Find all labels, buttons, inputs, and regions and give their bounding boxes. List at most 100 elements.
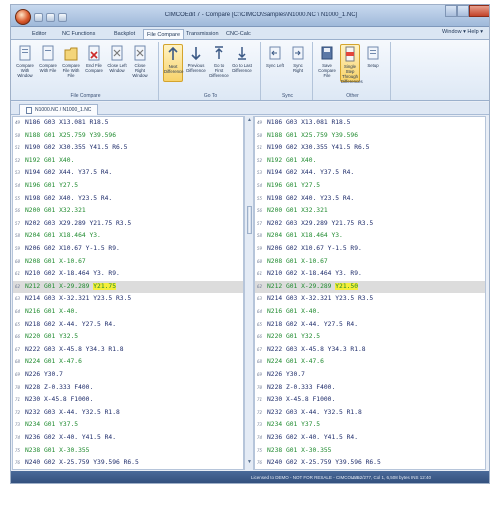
window-help-menu[interactable]: Window ▾ Help ▾ bbox=[442, 29, 483, 35]
code-line[interactable]: 54 N196 G01 Y27.5 bbox=[255, 180, 485, 192]
code-line[interactable]: 66 N220 G01 Y32.5 bbox=[13, 331, 243, 343]
tab-transmission[interactable]: Transmission bbox=[183, 29, 222, 39]
maximize-button[interactable] bbox=[457, 5, 469, 17]
code-line[interactable]: 56 N200 G01 X32.321 bbox=[255, 205, 485, 217]
code-line[interactable]: 61 N210 G02 X-18.464 Y3. R9. bbox=[13, 268, 243, 280]
code-line[interactable]: 49 N186 G03 X13.081 R18.5 bbox=[13, 117, 243, 129]
code-line[interactable]: 74 N236 G02 X-40. Y41.5 R4. bbox=[13, 432, 243, 444]
pane-splitter[interactable]: ▲ ▼ bbox=[244, 116, 254, 470]
previous-difference-button[interactable]: Previous Difference bbox=[186, 44, 206, 82]
license-status: Licensed to DEMO - NOT FOR RESALE - CIMC… bbox=[251, 475, 359, 480]
code-text: N190 G02 X30.355 Y41.5 R6.5 bbox=[25, 144, 128, 152]
code-line[interactable]: 66 N220 G01 Y32.5 bbox=[255, 331, 485, 343]
code-line[interactable]: 70 N228 Z-0.333 F400. bbox=[255, 382, 485, 394]
code-line[interactable]: 70 N228 Z-0.333 F400. bbox=[13, 382, 243, 394]
code-line[interactable]: 51 N190 G02 X30.355 Y41.5 R6.5 bbox=[13, 142, 243, 154]
tab-backplot[interactable]: Backplot bbox=[111, 29, 138, 39]
code-line[interactable]: 59 N206 G02 X10.67 Y-1.5 R9. bbox=[255, 243, 485, 255]
single-step-differences-button[interactable]: Single Step Through Differences bbox=[340, 44, 363, 84]
code-line[interactable]: 76 N240 G02 X-25.759 Y39.596 R6.5 bbox=[13, 457, 243, 469]
code-text: N218 G02 X-44. Y27.5 R4. bbox=[267, 320, 358, 328]
application-orb-icon[interactable] bbox=[15, 9, 31, 25]
scroll-up-icon[interactable]: ▲ bbox=[247, 118, 252, 123]
line-number: 58 bbox=[15, 233, 21, 239]
code-line[interactable]: 58 N204 G01 X18.464 Y3. bbox=[13, 230, 243, 242]
compare-file-with-file-button[interactable]: Compare File With File bbox=[61, 44, 81, 82]
code-line[interactable]: 60 N208 G01 X-10.67 bbox=[13, 256, 243, 268]
code-line[interactable]: 73 N234 G01 Y37.5 bbox=[255, 419, 485, 431]
code-line[interactable]: 58 N204 G01 X18.464 Y3. bbox=[255, 230, 485, 242]
code-line[interactable]: 55 N198 G02 X40. Y23.5 R4. bbox=[255, 193, 485, 205]
next-difference-button[interactable]: Next Difference bbox=[163, 44, 184, 82]
quick-save-icon[interactable] bbox=[58, 12, 67, 22]
code-line[interactable]: 75 N238 G01 X-30.355 bbox=[13, 445, 243, 457]
code-line[interactable]: 76 N240 G02 X-25.759 Y39.596 R6.5 bbox=[255, 457, 485, 469]
line-number: 71 bbox=[15, 397, 21, 403]
close-left-window-button[interactable]: Close Left Window bbox=[107, 44, 127, 82]
code-line[interactable]: 62 N212 G01 X-29.289 Y21.75 bbox=[13, 280, 243, 293]
document-tab[interactable]: N1000.NC / N1000_1.NC bbox=[19, 104, 99, 115]
code-line[interactable]: 65 N218 G02 X-44. Y27.5 R4. bbox=[255, 319, 485, 331]
code-line[interactable]: 54 N196 G01 Y27.5 bbox=[13, 180, 243, 192]
code-line[interactable]: 75 N238 G01 X-30.355 bbox=[255, 445, 485, 457]
code-line[interactable]: 56 N200 G01 X32.321 bbox=[13, 205, 243, 217]
sync-right-button[interactable]: Sync Right bbox=[288, 44, 308, 82]
compare-with-file-button[interactable]: Compare With File bbox=[38, 44, 58, 82]
code-line[interactable]: 57 N202 G03 X29.289 Y21.75 R3.5 bbox=[13, 218, 243, 230]
line-number: 55 bbox=[15, 195, 21, 201]
tab-nc-functions[interactable]: NC Functions bbox=[59, 29, 98, 39]
code-line[interactable]: 71 N230 X-45.8 F1000. bbox=[255, 394, 485, 406]
code-line[interactable]: 55 N198 G02 X40. Y23.5 R4. bbox=[13, 193, 243, 205]
code-line[interactable]: 69 N226 Y30.7 bbox=[13, 369, 243, 381]
code-line[interactable]: 53 N194 G02 X44. Y37.5 R4. bbox=[13, 167, 243, 179]
code-line[interactable]: 52 N192 G01 X40. bbox=[255, 155, 485, 167]
scroll-down-icon[interactable]: ▼ bbox=[247, 460, 252, 465]
left-editor-pane[interactable]: 49 N186 G03 X13.081 R18.5 50 N188 G01 X25.7… bbox=[12, 116, 244, 470]
close-button[interactable] bbox=[469, 5, 489, 17]
scroll-thumb[interactable] bbox=[247, 206, 252, 234]
code-line[interactable]: 67 N222 G03 X-45.8 Y34.3 R1.8 bbox=[255, 344, 485, 356]
tab-file-compare[interactable]: File Compare bbox=[143, 29, 185, 39]
code-text: N234 G01 Y37.5 bbox=[267, 421, 321, 429]
goto-first-difference-button[interactable]: Go to First Difference bbox=[209, 44, 229, 82]
code-line[interactable]: 49 N186 G03 X13.081 R18.5 bbox=[255, 117, 485, 129]
quick-open-icon[interactable] bbox=[46, 12, 55, 22]
setup-button[interactable]: Setup bbox=[363, 44, 383, 82]
save-compare-file-button[interactable]: Save Compare File bbox=[317, 44, 337, 82]
end-file-compare-button[interactable]: End File Compare bbox=[84, 44, 104, 82]
code-line[interactable]: 64 N216 G01 X-40. bbox=[255, 306, 485, 318]
code-line[interactable]: 57 N202 G03 X29.289 Y21.75 R3.5 bbox=[255, 218, 485, 230]
code-text: N214 G03 X-32.321 Y23.5 R3.5 bbox=[25, 295, 132, 303]
code-line[interactable]: 62 N212 G01 X-29.289 Y21.50 bbox=[255, 280, 485, 293]
code-line[interactable]: 53 N194 G02 X44. Y37.5 R4. bbox=[255, 167, 485, 179]
code-line[interactable]: 63 N214 G03 X-32.321 Y23.5 R3.5 bbox=[13, 293, 243, 305]
code-line[interactable]: 61 N210 G02 X-18.464 Y3. R9. bbox=[255, 268, 485, 280]
quick-new-icon[interactable] bbox=[34, 12, 43, 22]
code-line[interactable]: 63 N214 G03 X-32.321 Y23.5 R3.5 bbox=[255, 293, 485, 305]
code-line[interactable]: 59 N206 G02 X10.67 Y-1.5 R9. bbox=[13, 243, 243, 255]
compare-with-window-button[interactable]: Compare With Window bbox=[15, 44, 35, 82]
code-line[interactable]: 72 N232 G03 X-44. Y32.5 R1.8 bbox=[255, 407, 485, 419]
right-editor-pane[interactable]: 49 N186 G03 X13.081 R18.5 50 N188 G01 X25.7… bbox=[254, 116, 486, 470]
code-line[interactable]: 67 N222 G03 X-45.8 Y34.3 R1.8 bbox=[13, 344, 243, 356]
code-line[interactable]: 71 N230 X-45.8 F1000. bbox=[13, 394, 243, 406]
close-right-window-button[interactable]: Close Right Window bbox=[130, 44, 150, 82]
code-line[interactable]: 52 N192 G01 X40. bbox=[13, 155, 243, 167]
tab-cnc-calc[interactable]: CNC-Calc bbox=[223, 29, 254, 39]
tab-editor[interactable]: Editor bbox=[29, 29, 49, 39]
code-line[interactable]: 51 N190 G02 X30.355 Y41.5 R6.5 bbox=[255, 142, 485, 154]
code-line[interactable]: 60 N208 G01 X-10.67 bbox=[255, 256, 485, 268]
code-line[interactable]: 50 N188 G01 X25.759 Y39.596 bbox=[255, 130, 485, 142]
code-line[interactable]: 72 N232 G03 X-44. Y32.5 R1.8 bbox=[13, 407, 243, 419]
code-line[interactable]: 50 N188 G01 X25.759 Y39.596 bbox=[13, 130, 243, 142]
sync-left-button[interactable]: Sync Left bbox=[265, 44, 285, 82]
goto-last-difference-button[interactable]: Go to Last Difference bbox=[232, 44, 252, 82]
code-line[interactable]: 68 N224 G01 X-47.6 bbox=[255, 356, 485, 368]
code-line[interactable]: 74 N236 G02 X-40. Y41.5 R4. bbox=[255, 432, 485, 444]
code-line[interactable]: 73 N234 G01 Y37.5 bbox=[13, 419, 243, 431]
code-line[interactable]: 65 N218 G02 X-44. Y27.5 R4. bbox=[13, 319, 243, 331]
code-line[interactable]: 69 N226 Y30.7 bbox=[255, 369, 485, 381]
code-line[interactable]: 64 N216 G01 X-40. bbox=[13, 306, 243, 318]
minimize-button[interactable] bbox=[445, 5, 457, 17]
code-line[interactable]: 68 N224 G01 X-47.6 bbox=[13, 356, 243, 368]
